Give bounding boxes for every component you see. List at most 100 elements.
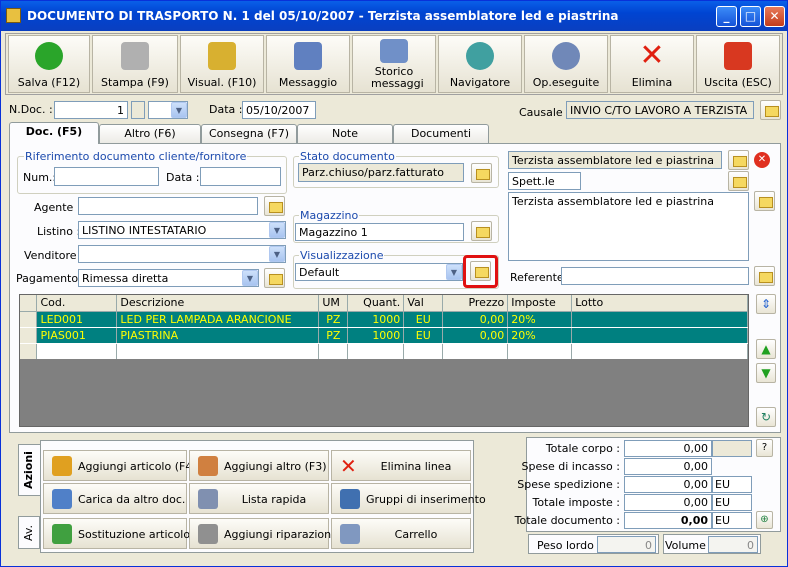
cell-quant[interactable]: 1000	[347, 327, 405, 344]
spese-spedizione-value[interactable]: 0,00	[624, 476, 712, 493]
visualizzazione-chevron-down-icon[interactable]: ▼	[446, 264, 462, 280]
cell-imposte[interactable]: 20%	[507, 327, 573, 344]
salutation-field[interactable]: Spett.le	[508, 172, 581, 190]
cell-um[interactable]: PZ	[318, 327, 349, 344]
navigatore-button[interactable]: Navigatore	[438, 35, 522, 93]
data-input[interactable]: 05/10/2007	[242, 101, 316, 119]
gruppi-inserimento-button[interactable]: Gruppi di inserimento	[331, 483, 486, 514]
aggiungi-altro-label: Aggiungi altro (F3)	[224, 460, 327, 473]
cell-cod[interactable]: LED001	[36, 311, 118, 328]
uscita-button[interactable]: Uscita (ESC)	[696, 35, 780, 93]
tab-consegna[interactable]: Consegna (F7)	[201, 124, 297, 143]
cell-imposte[interactable]: 20%	[507, 311, 573, 328]
visual-button[interactable]: Visual. (F10)	[180, 35, 264, 93]
col-val[interactable]: Val	[403, 295, 444, 312]
help-button[interactable]: ?	[756, 439, 773, 457]
row-selector[interactable]	[20, 311, 38, 328]
stato-folder-icon[interactable]	[471, 163, 492, 183]
table-row[interactable]: LED001 LED PER LAMPADA ARANCIONE PZ 1000…	[20, 311, 748, 328]
aggiungi-altro-button[interactable]: Aggiungi altro (F3)	[189, 450, 329, 481]
referente-folder-icon[interactable]	[754, 266, 775, 286]
col-cod[interactable]: Cod.	[36, 295, 118, 312]
spese-spedizione-label: Spese spedizione :	[517, 478, 620, 491]
salva-button[interactable]: Salva (F12)	[8, 35, 90, 93]
tab-documenti[interactable]: Documenti	[393, 124, 489, 143]
cell-prezzo[interactable]: 0,00	[442, 311, 509, 328]
cell-prezzo[interactable]: 0,00	[442, 327, 509, 344]
col-imposte[interactable]: Imposte	[507, 295, 573, 312]
rif-data-input[interactable]	[200, 167, 281, 186]
venditore-select[interactable]	[78, 245, 286, 263]
visualizzazione-select[interactable]: Default	[295, 263, 463, 281]
col-descrizione[interactable]: Descrizione	[116, 295, 320, 312]
chevron-down-icon[interactable]: ▼	[171, 102, 187, 118]
move-down-icon[interactable]: ▼	[756, 363, 776, 383]
zoom-totals-icon[interactable]: ⊕	[756, 511, 773, 529]
ndoc-button[interactable]	[131, 101, 145, 119]
tab-note[interactable]: Note	[297, 124, 393, 143]
cliente-folder-icon[interactable]	[728, 150, 749, 170]
repair-icon	[198, 524, 218, 544]
refresh-icon[interactable]: ↻	[756, 407, 776, 427]
elimina-button[interactable]: ✕ Elimina	[610, 35, 694, 93]
visualizzazione-folder-icon[interactable]	[470, 261, 491, 281]
clear-cliente-icon[interactable]: ✕	[754, 152, 770, 168]
cell-val[interactable]: EU	[403, 311, 444, 328]
agente-folder-icon[interactable]	[264, 196, 285, 216]
venditore-chevron-down-icon[interactable]: ▼	[269, 246, 285, 262]
minimize-button[interactable]: _	[716, 6, 737, 27]
tab-altro[interactable]: Altro (F6)	[99, 124, 201, 143]
ndoc-label: N.Doc. :	[9, 103, 53, 116]
address-field[interactable]: Terzista assemblatore led e piastrina	[508, 192, 749, 261]
spese-incasso-value[interactable]: 0,00	[624, 458, 712, 475]
storico-messaggi-button[interactable]: Storico messaggi	[352, 35, 436, 93]
pagamento-select[interactable]: Rimessa diretta	[78, 269, 259, 287]
col-prezzo[interactable]: Prezzo	[442, 295, 509, 312]
agente-input[interactable]	[78, 197, 258, 215]
ndoc-input[interactable]: 1	[54, 101, 128, 119]
tab-doc[interactable]: Doc. (F5)	[9, 122, 99, 144]
pagamento-folder-icon[interactable]	[264, 268, 285, 288]
col-um[interactable]: UM	[318, 295, 349, 312]
stampa-button[interactable]: Stampa (F9)	[92, 35, 178, 93]
cell-descrizione[interactable]: LED PER LAMPADA ARANCIONE	[116, 311, 320, 328]
referente-input[interactable]	[561, 267, 749, 285]
causale-field[interactable]: INVIO C/TO LAVORO A TERZISTA	[566, 101, 754, 119]
cell-lotto[interactable]	[571, 311, 748, 328]
elimina-linea-button[interactable]: ✕ Elimina linea	[331, 450, 471, 481]
person-search-icon[interactable]	[728, 171, 749, 191]
cell-quant[interactable]: 1000	[347, 311, 405, 328]
messaggio-button[interactable]: Messaggio	[266, 35, 350, 93]
cell-descrizione[interactable]: PIASTRINA	[116, 327, 320, 344]
row-selector[interactable]	[20, 327, 38, 344]
address-folder-icon[interactable]	[754, 191, 775, 211]
cell-um[interactable]: PZ	[318, 311, 349, 328]
num-input[interactable]	[54, 167, 159, 186]
tab-av[interactable]: Av.	[18, 516, 40, 549]
move-up-icon[interactable]: ▲	[756, 339, 776, 359]
op-eseguite-button[interactable]: Op.eseguite	[524, 35, 608, 93]
pagamento-chevron-down-icon[interactable]: ▼	[242, 270, 258, 286]
sostituzione-articolo-button[interactable]: Sostituzione articolo	[43, 518, 190, 549]
magazzino-field[interactable]: Magazzino 1	[295, 223, 464, 241]
maximize-button[interactable]: □	[740, 6, 761, 27]
table-row[interactable]: PIAS001 PIASTRINA PZ 1000 EU 0,00 20%	[20, 327, 748, 344]
col-quant[interactable]: Quant.	[347, 295, 405, 312]
magazzino-folder-icon[interactable]	[471, 221, 492, 241]
table-row-empty[interactable]	[20, 343, 748, 359]
col-lotto[interactable]: Lotto	[571, 295, 748, 312]
cell-lotto[interactable]	[571, 327, 748, 344]
listino-select[interactable]: LISTINO INTESTATARIO	[78, 221, 286, 239]
cell-cod[interactable]: PIAS001	[36, 327, 118, 344]
lista-rapida-button[interactable]: Lista rapida	[189, 483, 329, 514]
carica-altro-doc-button[interactable]: Carica da altro doc.	[43, 483, 187, 514]
listino-chevron-down-icon[interactable]: ▼	[269, 222, 285, 238]
aggiungi-riparazione-button[interactable]: Aggiungi riparazione	[189, 518, 338, 549]
aggiungi-articolo-button[interactable]: Aggiungi articolo (F4)	[43, 450, 197, 481]
move-updown-icon[interactable]: ⇕	[756, 294, 776, 314]
cell-val[interactable]: EU	[403, 327, 444, 344]
carrello-button[interactable]: Carrello	[331, 518, 471, 549]
close-button[interactable]: ✕	[764, 6, 785, 27]
tab-azioni[interactable]: Azioni	[18, 444, 40, 496]
causale-folder-icon[interactable]	[760, 100, 781, 120]
